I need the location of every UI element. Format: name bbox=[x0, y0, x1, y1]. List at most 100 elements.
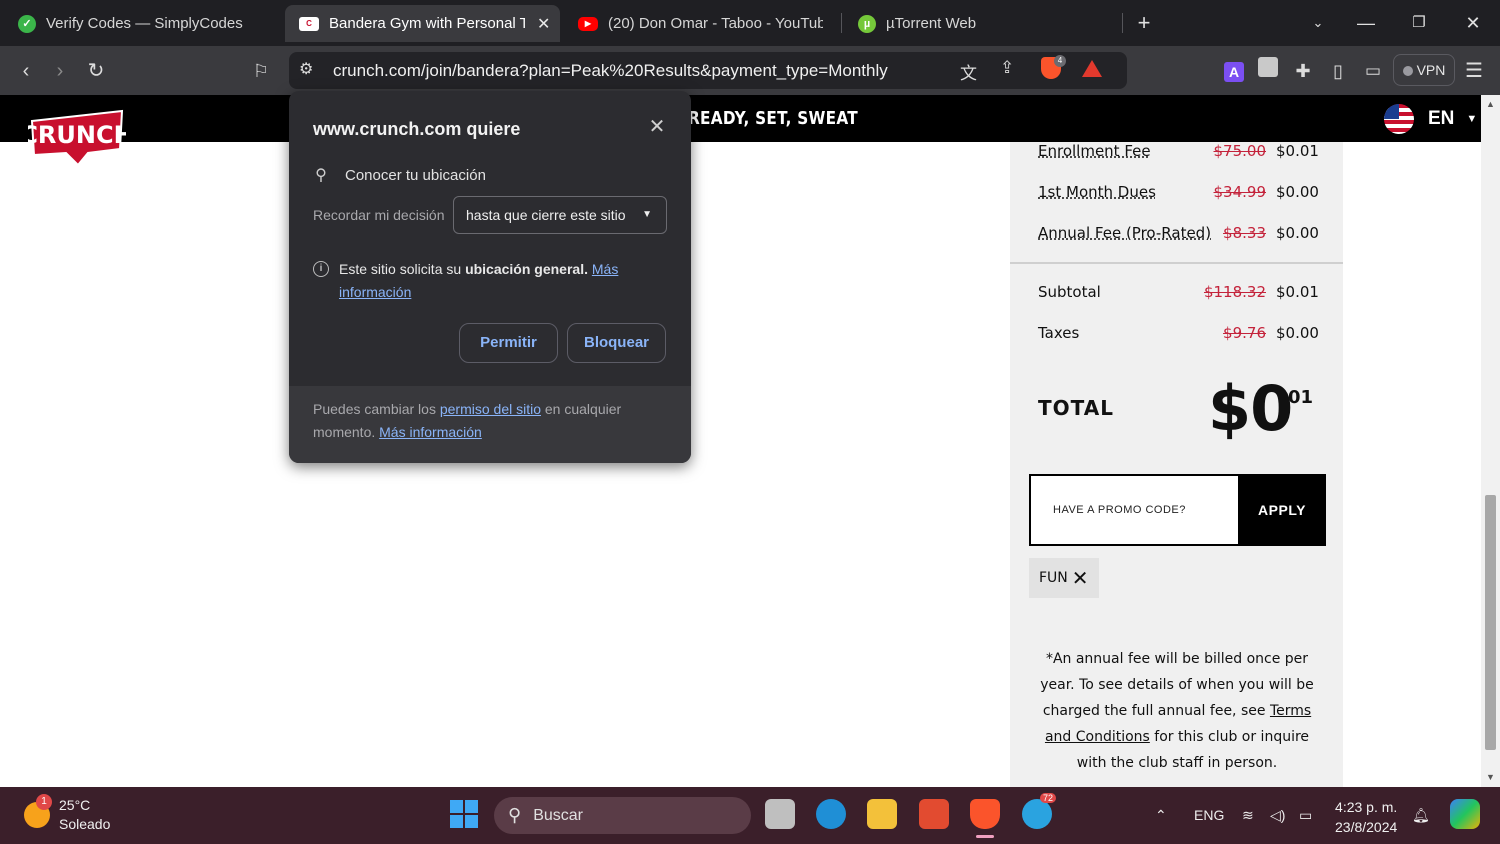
total-amount: $0 bbox=[1208, 372, 1293, 445]
vpn-button[interactable]: VPN bbox=[1393, 54, 1455, 86]
task-view-icon[interactable] bbox=[765, 799, 795, 829]
remove-code-icon[interactable]: ✕ bbox=[1072, 566, 1089, 590]
summary-divider bbox=[1010, 262, 1343, 264]
crunch-favicon-icon: C bbox=[299, 16, 319, 31]
location-permission-dialog: www.crunch.com quiere ✕ ⚲ Conocer tu ubi… bbox=[289, 91, 691, 463]
brave-rewards-icon[interactable] bbox=[1082, 60, 1102, 77]
search-icon: ⚲ bbox=[508, 805, 522, 825]
edge-icon[interactable] bbox=[816, 799, 846, 829]
wallet-icon[interactable]: ▭ bbox=[1359, 57, 1387, 85]
extensions-puzzle-icon[interactable]: ✚ bbox=[1289, 57, 1317, 85]
fee-row-first-month: 1st Month Dues $34.99 $0.00 bbox=[1038, 183, 1319, 201]
address-bar[interactable]: ⚙ crunch.com/join/bandera?plan=Peak%20Re… bbox=[289, 52, 1127, 89]
subtotal-row: Subtotal $118.32 $0.01 bbox=[1038, 283, 1319, 301]
page-scrollbar[interactable]: ▲ ▼ bbox=[1481, 95, 1500, 787]
site-settings-icon[interactable]: ⚙ bbox=[299, 59, 313, 79]
tab-divider bbox=[841, 13, 842, 33]
youtube-favicon-icon: ▶ bbox=[578, 16, 598, 31]
telegram-badge: 72 bbox=[1040, 793, 1057, 803]
tab-simplycodes[interactable]: ✓ Verify Codes — SimplyCodes bbox=[18, 5, 268, 42]
back-icon[interactable]: ‹ bbox=[12, 57, 40, 85]
us-flag-icon bbox=[1384, 104, 1414, 134]
site-header: CRUNCH READY, SET, SWEAT EN ▼ bbox=[0, 95, 1481, 167]
vpn-status-icon bbox=[1402, 66, 1413, 77]
weather-desc: Soleado bbox=[59, 816, 111, 832]
menu-icon[interactable]: ☰ bbox=[1460, 57, 1488, 85]
footer-more-info-link[interactable]: Más información bbox=[379, 424, 482, 440]
taskbar-clock[interactable]: 4:23 p. m. 23/8/2024 bbox=[1335, 797, 1397, 837]
scroll-thumb[interactable] bbox=[1485, 495, 1496, 750]
extension-a-icon[interactable]: A bbox=[1220, 57, 1248, 85]
close-dialog-icon[interactable]: ✕ bbox=[646, 116, 668, 138]
simplycodes-favicon-icon: ✓ bbox=[18, 14, 36, 33]
tab-utorrent[interactable]: µ µTorrent Web bbox=[858, 5, 1058, 42]
share-icon[interactable]: ⇪ bbox=[1000, 58, 1014, 78]
telegram-icon[interactable]: 72 bbox=[1022, 793, 1057, 829]
input-language[interactable]: ENG bbox=[1194, 807, 1224, 823]
sidebar-toggle-icon[interactable]: ▯ bbox=[1324, 57, 1352, 85]
restore-icon[interactable]: ❐ bbox=[1406, 10, 1432, 36]
notifications-icon[interactable]: 🔔︎ bbox=[1412, 807, 1430, 824]
url-text[interactable]: crunch.com/join/bandera?plan=Peak%20Resu… bbox=[333, 61, 888, 81]
wifi-icon[interactable]: ≋ bbox=[1242, 807, 1254, 824]
battery-icon[interactable]: ▭ bbox=[1299, 807, 1312, 824]
crunch-logo[interactable]: CRUNCH bbox=[20, 101, 134, 167]
info-message: i Este sitio solicita su ubicación gener… bbox=[313, 258, 653, 304]
new-tab-icon[interactable]: + bbox=[1131, 10, 1157, 36]
weather-temp: 25°C bbox=[59, 797, 91, 813]
fee-row-enrollment: Enrollment Fee $75.00 $0.01 bbox=[1038, 142, 1319, 160]
volume-icon[interactable]: ◁) bbox=[1270, 807, 1285, 824]
browser-toolbar: ‹ › ↻ ⚐ ⚙ crunch.com/join/bandera?plan=P… bbox=[0, 46, 1500, 95]
total-cents: 01 bbox=[1288, 387, 1314, 408]
tab-crunch-active[interactable]: C Bandera Gym with Personal Trai ✕ bbox=[285, 5, 560, 42]
utorrent-favicon-icon: µ bbox=[858, 14, 876, 33]
allow-button[interactable]: Permitir bbox=[459, 323, 558, 363]
total-label: TOTAL bbox=[1038, 396, 1114, 420]
dropdown-caret-icon: ▼ bbox=[642, 209, 652, 220]
promo-code-input[interactable] bbox=[1031, 476, 1238, 544]
order-summary: Enrollment Fee $75.00 $0.01 1st Month Du… bbox=[1010, 142, 1343, 787]
web-page: CRUNCH READY, SET, SWEAT EN ▼ Enrollment… bbox=[0, 95, 1481, 787]
forward-icon[interactable]: › bbox=[46, 57, 74, 85]
fee-row-annual: Annual Fee (Pro-Rated) $8.33 $0.00 bbox=[1038, 224, 1319, 242]
tab-youtube[interactable]: ▶ (20) Don Omar - Taboo - YouTube bbox=[578, 5, 823, 42]
caret-down-icon: ▼ bbox=[1466, 113, 1478, 125]
windows-taskbar: 1 25°C Soleado ⚲ Buscar 72 ⌃ ENG ≋ ◁) ▭ … bbox=[0, 787, 1500, 844]
scroll-down-icon[interactable]: ▼ bbox=[1485, 772, 1496, 783]
extension-image-icon[interactable] bbox=[1254, 57, 1282, 85]
windows-start-icon[interactable] bbox=[449, 799, 479, 829]
svg-text:CRUNCH: CRUNCH bbox=[28, 121, 126, 149]
location-pin-icon: ⚲ bbox=[315, 167, 327, 184]
remember-duration-select[interactable]: hasta que cierre este sitio ▼ bbox=[453, 196, 667, 234]
info-icon: i bbox=[313, 261, 329, 277]
applied-promo-chip: FUN ✕ bbox=[1029, 558, 1099, 598]
dialog-title: www.crunch.com quiere bbox=[313, 119, 521, 139]
weather-widget[interactable]: 1 25°C Soleado bbox=[24, 794, 111, 834]
copilot-icon[interactable] bbox=[1450, 799, 1480, 829]
reload-icon[interactable]: ↻ bbox=[82, 57, 110, 85]
active-app-indicator bbox=[976, 835, 994, 838]
translate-icon[interactable]: 文 bbox=[960, 59, 977, 84]
office-icon[interactable] bbox=[919, 799, 949, 829]
language-selector[interactable]: EN ▼ bbox=[1384, 104, 1477, 134]
header-tagline: READY, SET, SWEAT bbox=[688, 108, 858, 129]
site-permission-link[interactable]: permiso del sitio bbox=[440, 401, 541, 417]
bookmark-icon[interactable]: ⚐ bbox=[247, 57, 275, 85]
show-hidden-icons[interactable]: ⌃ bbox=[1155, 807, 1167, 824]
minimize-icon[interactable]: — bbox=[1353, 10, 1379, 36]
brave-taskbar-icon[interactable] bbox=[970, 799, 1000, 829]
shields-count-badge: 4 bbox=[1054, 55, 1066, 67]
close-window-icon[interactable]: ✕ bbox=[1460, 10, 1486, 36]
annual-fee-disclaimer: *An annual fee will be billed once per y… bbox=[1040, 651, 1314, 771]
browser-tab-strip: ✓ Verify Codes — SimplyCodes C Bandera G… bbox=[0, 0, 1500, 46]
apply-button[interactable]: APPLY bbox=[1238, 474, 1326, 546]
dialog-footer: Puedes cambiar los permiso del sitio en … bbox=[289, 386, 691, 463]
tab-search-chevron-icon[interactable]: ⌄ bbox=[1305, 10, 1331, 36]
taskbar-search[interactable]: ⚲ Buscar bbox=[494, 797, 751, 834]
file-explorer-icon[interactable] bbox=[867, 799, 897, 829]
close-tab-icon[interactable]: ✕ bbox=[537, 14, 550, 34]
scroll-up-icon[interactable]: ▲ bbox=[1485, 99, 1496, 110]
remember-label: Recordar mi decisión bbox=[313, 207, 445, 223]
tab-divider bbox=[1122, 13, 1123, 33]
block-button[interactable]: Bloquear bbox=[567, 323, 666, 363]
